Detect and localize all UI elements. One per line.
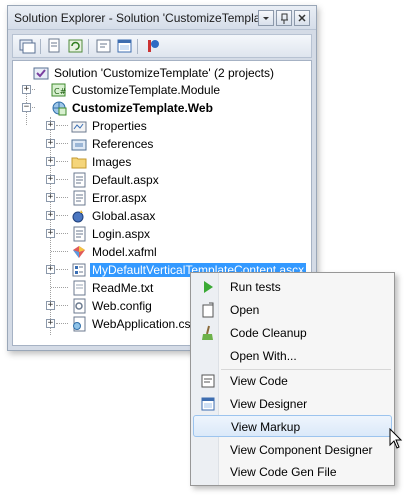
csharp-project-icon: C# — [51, 83, 67, 97]
expand-toggle[interactable]: + — [46, 211, 55, 220]
references-icon — [71, 139, 87, 151]
aspx-file-icon — [73, 172, 86, 188]
solution-icon — [33, 67, 49, 80]
menu-item-view-code[interactable]: View Code — [193, 370, 392, 392]
properties-button[interactable] — [46, 38, 63, 54]
tree-node-label: ReadMe.txt — [92, 281, 154, 295]
tree-node-label: Properties — [92, 119, 147, 133]
expand-toggle[interactable]: + — [46, 121, 55, 130]
collapse-toggle[interactable]: − — [22, 103, 31, 112]
view-designer-icon — [117, 39, 132, 53]
csharp-file-icon — [73, 316, 86, 332]
refresh-button[interactable] — [67, 38, 84, 54]
play-icon — [204, 281, 213, 293]
menu-item-view-code-gen-file[interactable]: View Code Gen File — [193, 461, 392, 483]
menu-item-run-tests[interactable]: Run tests — [193, 276, 392, 298]
svg-text:C#: C# — [54, 87, 67, 96]
tree-node-label: Default.aspx — [92, 173, 159, 187]
tree-node-label: CustomizeTemplate.Web — [72, 101, 213, 115]
view-designer-icon — [201, 397, 215, 411]
class-diagram-button[interactable] — [144, 38, 161, 54]
tree-node-label: Solution 'CustomizeTemplate' (2 projects… — [54, 66, 275, 80]
view-code-button[interactable] — [95, 38, 112, 54]
context-menu: Run tests Open Code Cleanup Open With...… — [190, 272, 395, 486]
close-button[interactable] — [294, 10, 310, 26]
expand-toggle[interactable]: + — [46, 319, 55, 328]
broom-icon — [202, 325, 213, 340]
aspx-file-icon — [73, 226, 86, 242]
view-code-icon — [96, 39, 111, 53]
expand-toggle[interactable]: + — [46, 139, 55, 148]
solution-icon — [19, 39, 36, 54]
close-icon — [298, 14, 306, 22]
folder-icon — [71, 157, 87, 169]
toolbar — [12, 34, 312, 58]
view-designer-button[interactable] — [116, 38, 133, 54]
tree-node-label: Web.config — [92, 299, 152, 313]
pin-icon — [281, 13, 288, 24]
tree-node-label: WebApplication.cs — [92, 317, 191, 331]
menu-item-view-component-designer[interactable]: View Component Designer — [193, 439, 392, 461]
tree-node-label: Images — [92, 155, 132, 169]
tree-node-label: Error.aspx — [92, 191, 147, 205]
aspx-file-icon — [73, 190, 86, 206]
title-bar: Solution Explorer - Solution 'CustomizeT… — [8, 6, 316, 30]
expand-toggle[interactable]: + — [46, 301, 55, 310]
expand-toggle[interactable]: + — [46, 193, 55, 202]
tree-node-label: Global.asax — [92, 209, 156, 223]
ascx-file-icon — [72, 263, 86, 277]
properties-folder-icon — [71, 121, 87, 133]
pin-button[interactable] — [276, 10, 292, 26]
dropdown-button[interactable] — [258, 10, 274, 26]
expand-toggle[interactable]: + — [46, 265, 55, 274]
menu-item-open[interactable]: Open — [193, 299, 392, 321]
menu-item-code-cleanup[interactable]: Code Cleanup — [193, 322, 392, 344]
global-asax-icon — [72, 210, 84, 223]
expand-toggle[interactable]: + — [46, 157, 55, 166]
open-icon — [202, 302, 214, 318]
tree-node-label: CustomizeTemplate.Module — [72, 83, 221, 97]
tree-node-label: Model.xafml — [92, 245, 157, 259]
text-file-icon — [73, 280, 86, 296]
expand-toggle[interactable]: + — [46, 229, 55, 238]
tree-node-label: References — [92, 137, 154, 151]
refresh-icon — [68, 39, 83, 53]
model-icon — [73, 246, 85, 258]
web-project-icon — [52, 101, 67, 116]
menu-item-view-markup[interactable]: View Markup — [193, 415, 392, 437]
view-code-icon — [201, 374, 215, 388]
mouse-cursor-icon — [389, 428, 403, 449]
expand-toggle[interactable]: + — [22, 85, 31, 94]
menu-item-open-with[interactable]: Open With... — [193, 345, 392, 367]
show-all-files-button[interactable] — [19, 38, 36, 54]
tree-node-label: Login.aspx — [92, 227, 151, 241]
expand-toggle[interactable]: + — [46, 175, 55, 184]
menu-item-view-designer[interactable]: View Designer — [193, 393, 392, 415]
config-file-icon — [73, 298, 86, 314]
properties-icon — [48, 38, 60, 53]
class-diagram-icon — [148, 40, 159, 52]
chevron-down-icon — [263, 17, 269, 20]
window-title: Solution Explorer - Solution 'CustomizeT… — [14, 11, 287, 25]
